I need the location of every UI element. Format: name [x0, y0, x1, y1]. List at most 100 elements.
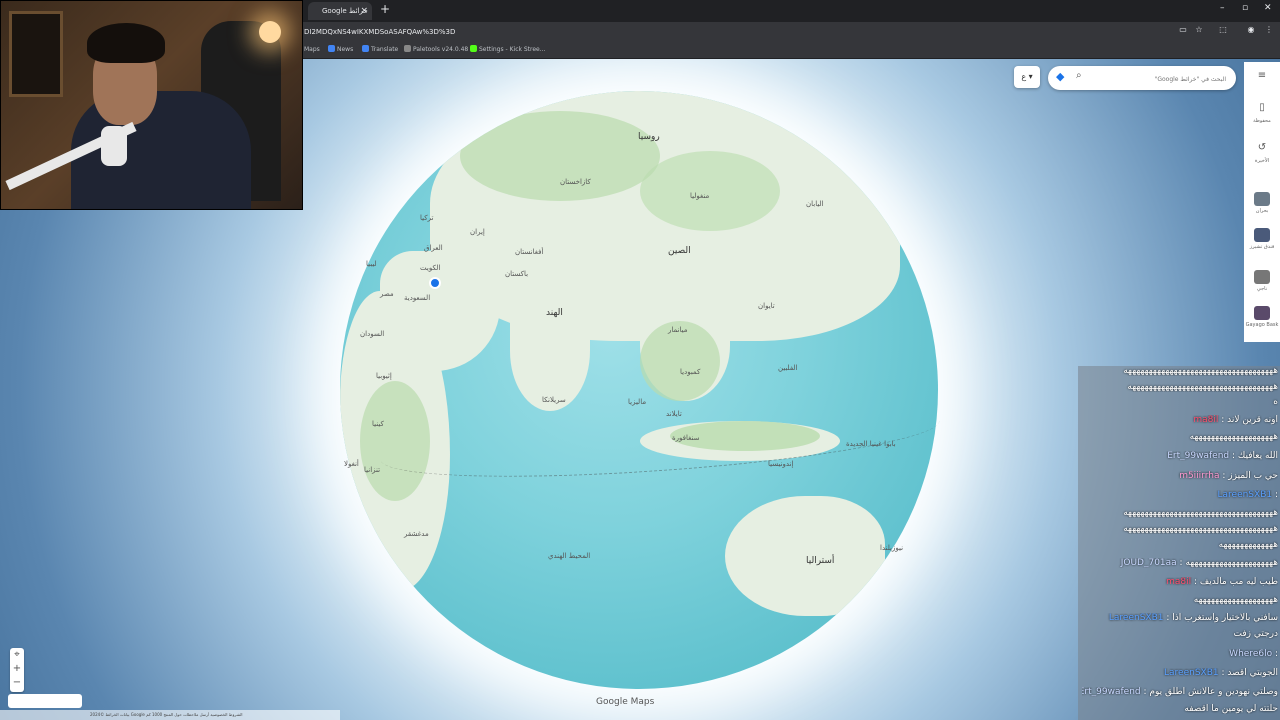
star-icon[interactable]: ☆	[1194, 25, 1204, 35]
map-label: مدغشقر	[404, 530, 429, 538]
map-label: منغوليا	[690, 192, 710, 200]
directions-icon[interactable]: ◆	[1056, 70, 1064, 83]
chat-message: هههههههههههههههههههههههههههههههههههه	[1127, 382, 1278, 392]
translate-icon	[362, 45, 369, 52]
map-label: الفلبين	[778, 364, 798, 372]
map-label: أستراليا	[806, 556, 835, 566]
bookmark-translate[interactable]: Translate	[362, 45, 398, 55]
map-label: روسيا	[638, 132, 660, 142]
chat-message: ههههههههههههههههههههههههههههههههههههه	[1123, 508, 1278, 518]
map-label: سريلانكا	[542, 396, 566, 404]
chat-message: ههههههههههههههههههههههههههههههههههههه	[1123, 366, 1278, 376]
place-thumbnail	[1254, 192, 1270, 206]
map-label: الصين	[668, 246, 691, 256]
kick-icon	[470, 45, 477, 52]
chat-message: ه	[1273, 397, 1278, 407]
paletools-icon	[404, 45, 411, 52]
map-label: المحيط الهندي	[548, 552, 591, 560]
map-label: إيران	[470, 228, 485, 236]
map-label: تايوان	[758, 302, 775, 310]
rail-item-place[interactable]: بحران	[1244, 192, 1280, 214]
rail-item-place[interactable]: فندق تشيرز	[1244, 228, 1280, 250]
search-input[interactable]	[1088, 71, 1228, 87]
map-label: السودان	[360, 330, 385, 338]
bookmark-kick-settings[interactable]: Settings - Kick Stree...	[470, 45, 545, 55]
rail-item-place[interactable]: ناجي	[1244, 270, 1280, 292]
extensions-icon[interactable]: ⬚	[1218, 25, 1228, 35]
map-label: مصر	[380, 290, 394, 298]
place-thumbnail	[1254, 228, 1270, 242]
chat-message: وصلتي نهودين و عالانش اطلق يوم : Ert_99w…	[1082, 687, 1278, 697]
screen-icon[interactable]: ▭	[1178, 25, 1188, 35]
rail-item-saved[interactable]: ▯ محفوظة	[1244, 102, 1280, 124]
location-pin-icon[interactable]	[429, 277, 441, 289]
map-footer: بيانات الخرائط ©2024 Google الشروط الخصو…	[0, 710, 340, 720]
chat-message: : LareenSXB1	[1217, 490, 1279, 500]
chat-message: هههههههههههههههههههه	[1193, 595, 1278, 605]
chat-message: حلتته لي يومين ما أقصفه	[1184, 704, 1278, 714]
map-label: تركيا	[420, 214, 434, 222]
map-label: اليابان	[806, 200, 824, 208]
news-icon	[328, 45, 335, 52]
chat-message: حي ب الميزز : m5iiirrha	[1179, 471, 1278, 481]
layer-toggle-button[interactable]: ع ▾	[1014, 66, 1040, 88]
chat-message: هههههههههههههههههههههه : JOUD_701aa	[1120, 558, 1278, 568]
map-label: بابوا غينيا الجديدة	[846, 440, 896, 448]
map-label: كينيا	[372, 420, 384, 428]
locate-button[interactable]: ⌖	[10, 648, 24, 662]
menu-icon[interactable]: ⋮	[1264, 25, 1274, 35]
history-icon: ↺	[1257, 142, 1267, 153]
zoom-out-button[interactable]: −	[10, 676, 24, 690]
search-box[interactable]: ◆ ⌕	[1048, 66, 1236, 90]
place-thumbnail	[1254, 306, 1270, 320]
rail-item-recent[interactable]: ↺ الأخيرة	[1244, 142, 1280, 164]
rail-item-place[interactable]: Gayago Bask	[1244, 306, 1280, 328]
map-label: تنزانيا	[364, 466, 381, 474]
url-field[interactable]: DI2MDQxNS4wIKXMDSoASAFQAw%3D%3D	[304, 25, 455, 39]
minimize-button[interactable]: –	[1220, 3, 1225, 13]
profile-icon[interactable]: ◉	[1246, 25, 1256, 35]
chat-message: الله يعافيك : Ert_99wafend	[1167, 451, 1278, 461]
webcam-overlay	[0, 0, 303, 210]
chat-message: سافني بالاختيار واستغرب اذا : LareenSXB1	[1108, 613, 1278, 623]
map-mini-toolbar[interactable]	[8, 694, 82, 708]
close-tab-icon[interactable]: ×	[360, 2, 368, 20]
map-label: كازاخستان	[560, 178, 591, 186]
new-tab-button[interactable]: +	[380, 2, 390, 16]
close-window-button[interactable]: ✕	[1264, 3, 1272, 13]
maximize-button[interactable]: ▫	[1242, 3, 1248, 13]
map-label: أنغولا	[344, 460, 359, 468]
rail-menu[interactable]: ≡	[1244, 70, 1280, 86]
map-label: العراق	[424, 244, 443, 252]
map-label: الهند	[546, 308, 563, 318]
map-label: الكويت	[420, 264, 441, 272]
chat-message: هههههههههههههه	[1218, 540, 1278, 550]
map-label: إثيوبيا	[376, 372, 392, 380]
chat-message: : Where6lo	[1229, 649, 1278, 659]
map-label: ميانمار	[668, 326, 688, 334]
map-label: السعودية	[404, 294, 431, 302]
map-label: تايلاند	[666, 410, 682, 418]
maps-side-rail: ≡ ▯ محفوظة ↺ الأخيرة بحران فندق تشيرز ناجي…	[1244, 62, 1280, 342]
chat-message: طيب ليه مب مالديف : ma8il	[1166, 577, 1278, 587]
map-label: أفغانستان	[515, 248, 544, 256]
zoom-control: ⌖ + −	[10, 648, 24, 692]
bookmark-news[interactable]: News	[328, 45, 353, 55]
chat-message: ههههههههههههههههههههههههههههههههههههه	[1123, 524, 1278, 534]
chat-message: ههههههههههههههههههههه	[1189, 432, 1278, 442]
globe[interactable]	[340, 91, 938, 689]
search-icon[interactable]: ⌕	[1076, 70, 1082, 81]
chat-message: اونه قرين لاند : ma8il	[1193, 415, 1278, 425]
zoom-in-button[interactable]: +	[10, 662, 24, 676]
menu-icon: ≡	[1257, 70, 1267, 81]
bookmark-icon: ▯	[1259, 102, 1265, 113]
chat-message: درجتي زفت	[1233, 629, 1278, 639]
bookmark-paletools[interactable]: Paletools v24.0.48	[404, 45, 468, 55]
map-label: كمبوديا	[680, 368, 701, 376]
chat-message: الجوبتي اقصد : LareenSXB1	[1164, 668, 1278, 678]
bookmark-maps[interactable]: Maps	[304, 45, 320, 55]
google-maps-logo: Google Maps	[596, 697, 655, 707]
map-label: نيوزيلندا	[880, 544, 904, 552]
browser-tab[interactable]: Google خرائط ×	[308, 2, 372, 20]
map-label: باكستان	[505, 270, 529, 278]
